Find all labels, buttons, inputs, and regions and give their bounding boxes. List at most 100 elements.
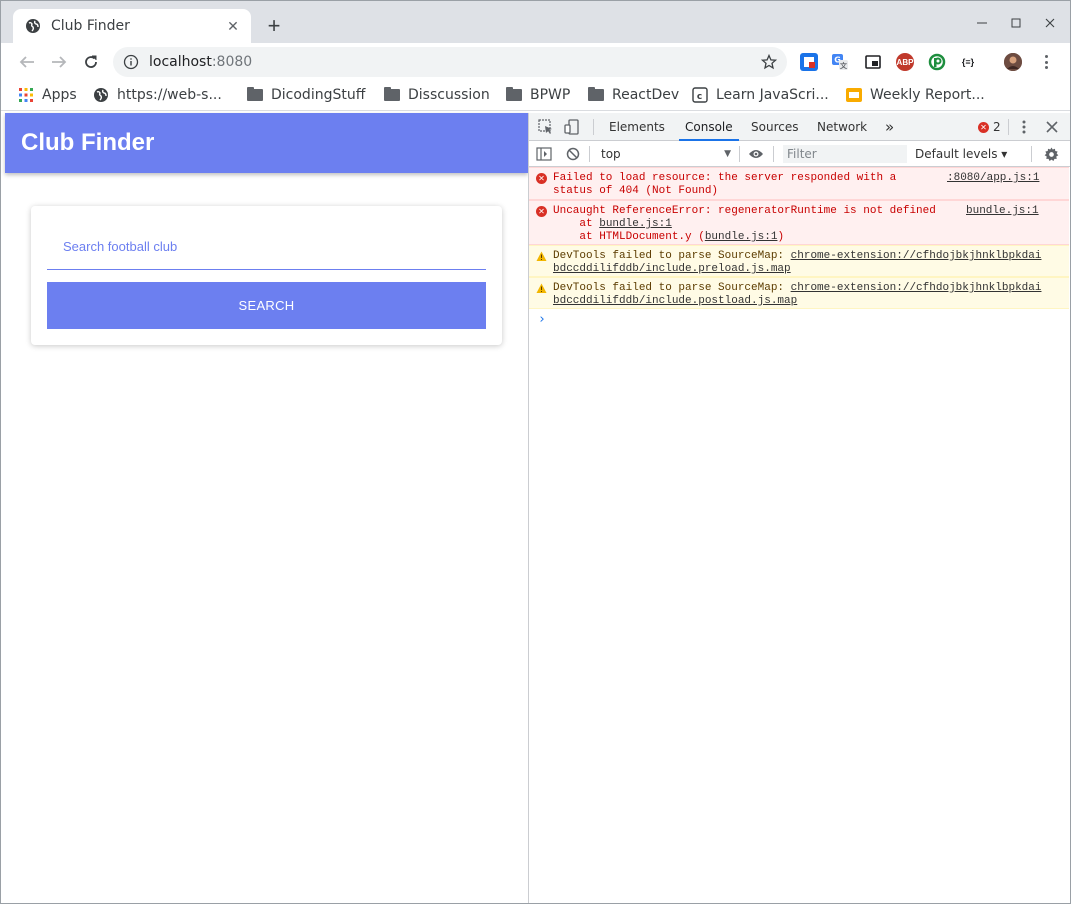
forward-arrow-icon[interactable] bbox=[48, 51, 70, 73]
tab-console[interactable]: Console bbox=[679, 113, 739, 141]
folder-icon bbox=[588, 87, 604, 103]
toolbar-divider bbox=[1031, 146, 1032, 162]
context-value: top bbox=[601, 147, 621, 161]
tab-sources[interactable]: Sources bbox=[745, 113, 804, 141]
caret-down-icon: ▼ bbox=[724, 149, 731, 159]
bookmark-folder-disscussion[interactable]: Disscussion bbox=[384, 85, 490, 105]
extension-green-icon[interactable] bbox=[928, 53, 946, 71]
browser-toolbar: localhost :8080 G文 ABP {≡} bbox=[1, 43, 1070, 80]
reload-icon[interactable] bbox=[80, 51, 102, 73]
folder-icon bbox=[384, 87, 400, 103]
search-button[interactable]: SEARCH bbox=[47, 282, 486, 329]
message-source-link[interactable]: :8080/app.js:1 bbox=[947, 172, 1039, 185]
close-devtools-icon[interactable] bbox=[1044, 119, 1060, 135]
message-text: Failed to load resource: the server resp… bbox=[553, 172, 897, 197]
json-viewer-icon[interactable]: {≡} bbox=[959, 53, 977, 71]
new-tab-icon[interactable]: + bbox=[264, 13, 284, 38]
bookmark-label: DicodingStuff bbox=[271, 87, 366, 103]
folder-icon bbox=[506, 87, 522, 103]
browser-tab[interactable]: Club Finder ✕ bbox=[13, 9, 251, 43]
toolbar-divider bbox=[773, 146, 774, 162]
bookmark-label: Learn JavaScri... bbox=[716, 87, 829, 103]
context-select[interactable]: top ▼ bbox=[597, 145, 733, 163]
message-source-link[interactable]: bundle.js:1 bbox=[966, 205, 1039, 218]
message-text: Uncaught ReferenceError: regeneratorRunt… bbox=[553, 205, 936, 243]
bookmark-web-s[interactable]: https://web-s... bbox=[93, 85, 222, 105]
warning-icon bbox=[536, 283, 547, 294]
bookmark-folder-bpwp[interactable]: BPWP bbox=[506, 85, 570, 105]
search-card: SEARCH bbox=[31, 206, 502, 345]
stack-link[interactable]: bundle.js:1 bbox=[705, 231, 778, 243]
tab-strip: Club Finder ✕ + bbox=[1, 1, 1070, 43]
app-title: Club Finder bbox=[21, 129, 155, 156]
sourcemap-link[interactable]: chrome-extension://cfhdojbkjhnklbpkdai bbox=[791, 282, 1042, 294]
folder-icon bbox=[247, 87, 263, 103]
page-content: Club Finder SEARCH bbox=[5, 113, 528, 903]
sourcemap-link[interactable]: bdccddilifddb/include.postload.js.map bbox=[553, 295, 797, 307]
google-slides-icon bbox=[846, 87, 862, 103]
warning-icon bbox=[536, 251, 547, 262]
search-input[interactable] bbox=[47, 224, 486, 270]
bookmarks-bar: Apps https://web-s... DicodingStuff Diss… bbox=[1, 80, 1070, 111]
url-port: :8080 bbox=[211, 54, 253, 70]
svg-text:文: 文 bbox=[840, 61, 848, 70]
inspect-element-icon[interactable] bbox=[538, 119, 554, 135]
url-host: localhost bbox=[149, 54, 212, 70]
tab-title: Club Finder bbox=[51, 18, 130, 34]
more-tabs-icon[interactable]: » bbox=[879, 113, 900, 141]
sidebar-toggle-icon[interactable] bbox=[536, 146, 552, 162]
console-toolbar: top ▼ Default levels ▾ bbox=[529, 141, 1070, 167]
extension-pocket-icon[interactable] bbox=[800, 53, 818, 71]
devtools-tabbar: Elements Console Sources Network » ✕ 2 bbox=[529, 113, 1070, 141]
message-text: DevTools failed to parse SourceMap: chro… bbox=[553, 282, 1042, 307]
console-prompt[interactable]: › bbox=[538, 312, 546, 327]
tab-elements[interactable]: Elements bbox=[603, 113, 671, 141]
console-filter-input[interactable] bbox=[783, 145, 907, 163]
browser-window: Club Finder ✕ + localhost :8080 G 文 ABP … bbox=[0, 0, 1071, 904]
sourcemap-link[interactable]: bdccddilifddb/include.preload.js.map bbox=[553, 263, 791, 275]
log-levels-dropdown[interactable]: Default levels ▾ bbox=[915, 145, 1007, 163]
minimize-icon[interactable] bbox=[972, 13, 992, 33]
devtools-menu-icon[interactable] bbox=[1016, 119, 1032, 135]
close-window-icon[interactable] bbox=[1040, 13, 1060, 33]
maximize-icon[interactable] bbox=[1006, 13, 1026, 33]
stack-link[interactable]: bundle.js:1 bbox=[599, 218, 672, 230]
live-expression-eye-icon[interactable] bbox=[748, 146, 764, 162]
bookmark-label: Disscussion bbox=[408, 87, 490, 103]
close-tab-icon[interactable]: ✕ bbox=[225, 18, 241, 34]
device-toolbar-icon[interactable] bbox=[564, 119, 580, 135]
bookmark-weekly-report[interactable]: Weekly Report... bbox=[846, 85, 985, 105]
bookmark-star-icon[interactable] bbox=[761, 54, 777, 70]
bookmark-label: ReactDev bbox=[612, 87, 680, 103]
bookmark-folder-dicodingstuff[interactable]: DicodingStuff bbox=[247, 85, 365, 105]
console-settings-gear-icon[interactable] bbox=[1043, 146, 1059, 162]
message-text: DevTools failed to parse SourceMap: chro… bbox=[553, 250, 1042, 275]
address-bar[interactable]: localhost :8080 bbox=[113, 47, 787, 77]
toolbar-divider bbox=[589, 146, 590, 162]
error-icon: ✕ bbox=[978, 121, 989, 133]
error-count-badge[interactable]: ✕ 2 bbox=[978, 120, 1001, 134]
clear-console-icon[interactable] bbox=[565, 146, 581, 162]
console-message-warning: DevTools failed to parse SourceMap: chro… bbox=[529, 277, 1069, 309]
bookmark-apps[interactable]: Apps bbox=[18, 85, 77, 105]
info-icon[interactable] bbox=[123, 54, 139, 70]
back-arrow-icon[interactable] bbox=[16, 51, 38, 73]
app-header: Club Finder bbox=[5, 113, 528, 173]
bookmark-label: https://web-s... bbox=[117, 87, 222, 103]
google-translate-icon[interactable]: G文 bbox=[831, 53, 849, 71]
tab-network[interactable]: Network bbox=[811, 113, 873, 141]
toolbar-divider bbox=[739, 146, 740, 162]
browser-menu-icon[interactable] bbox=[1038, 53, 1054, 71]
console-message-error: ✕ Failed to load resource: the server re… bbox=[529, 167, 1069, 200]
adblock-plus-icon[interactable]: ABP bbox=[896, 53, 914, 71]
picture-in-picture-icon[interactable] bbox=[864, 53, 882, 71]
sourcemap-link[interactable]: chrome-extension://cfhdojbkjhnklbpkdai bbox=[791, 250, 1042, 262]
error-count: 2 bbox=[993, 120, 1001, 134]
profile-avatar[interactable] bbox=[1004, 53, 1022, 71]
svg-text:c: c bbox=[697, 92, 702, 102]
bookmark-label: Apps bbox=[42, 87, 77, 103]
devtools-panel: Elements Console Sources Network » ✕ 2 t… bbox=[528, 113, 1070, 903]
bookmark-learn-javascript[interactable]: c Learn JavaScri... bbox=[692, 85, 829, 105]
console-message-warning: DevTools failed to parse SourceMap: chro… bbox=[529, 245, 1069, 277]
bookmark-folder-reactdev[interactable]: ReactDev bbox=[588, 85, 679, 105]
